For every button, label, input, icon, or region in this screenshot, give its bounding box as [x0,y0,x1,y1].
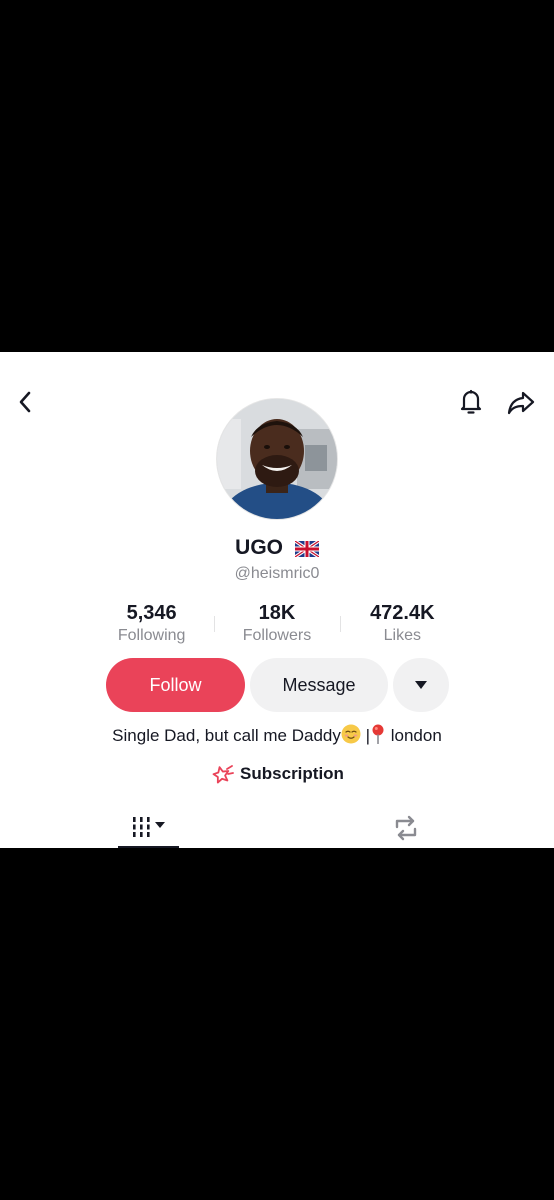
bell-icon [460,389,482,414]
stats-row: 5,346 Following 18K Followers 472.4K Lik… [89,602,465,648]
stat-likes[interactable]: 472.4K Likes [339,602,465,648]
screen: UGO @heismric0 5,346 Following 18K Follo… [0,0,554,1200]
stat-followers[interactable]: 18K Followers [214,602,339,648]
caret-down-icon [415,681,427,689]
avatar[interactable] [217,399,337,519]
back-button[interactable] [8,384,44,420]
stat-value: 18K [258,602,296,624]
relieved-face-emoji-icon [341,724,361,750]
uk-flag-icon [293,539,320,563]
share-button[interactable] [503,384,539,420]
stat-label: Followers [242,627,312,644]
tab-reposts[interactable] [376,808,436,848]
action-buttons: Follow Message [0,658,554,712]
profile-panel: UGO @heismric0 5,346 Following 18K Follo… [0,352,554,848]
grid-bars-icon [132,817,165,837]
bio-text: Single Dad, but call me Daddy [112,726,341,745]
pin-emoji-icon [370,724,386,750]
chevron-left-icon [19,391,31,413]
subscription-star-icon [212,765,234,784]
content-tabs [0,808,554,848]
display-name-row: UGO [0,536,554,563]
message-button[interactable]: Message [250,658,388,712]
stat-value: 472.4K [370,602,435,624]
follow-button[interactable]: Follow [106,658,245,712]
notifications-button[interactable] [453,384,489,420]
bio: Single Dad, but call me Daddy | london [0,724,554,750]
stat-following[interactable]: 5,346 Following [89,602,214,648]
stat-value: 5,346 [126,602,177,624]
display-name: UGO [235,536,283,559]
username: @heismric0 [234,565,320,582]
repost-icon [395,815,417,841]
share-arrow-icon [507,391,535,415]
more-options-button[interactable] [393,658,449,712]
stat-label: Following [117,627,186,644]
tab-videos[interactable] [118,808,179,848]
subscription-link[interactable]: Subscription [0,763,554,785]
avatar-image [217,399,337,519]
bio-location: london [390,726,442,745]
stat-label: Likes [383,627,421,644]
subscription-label: Subscription [240,764,344,783]
